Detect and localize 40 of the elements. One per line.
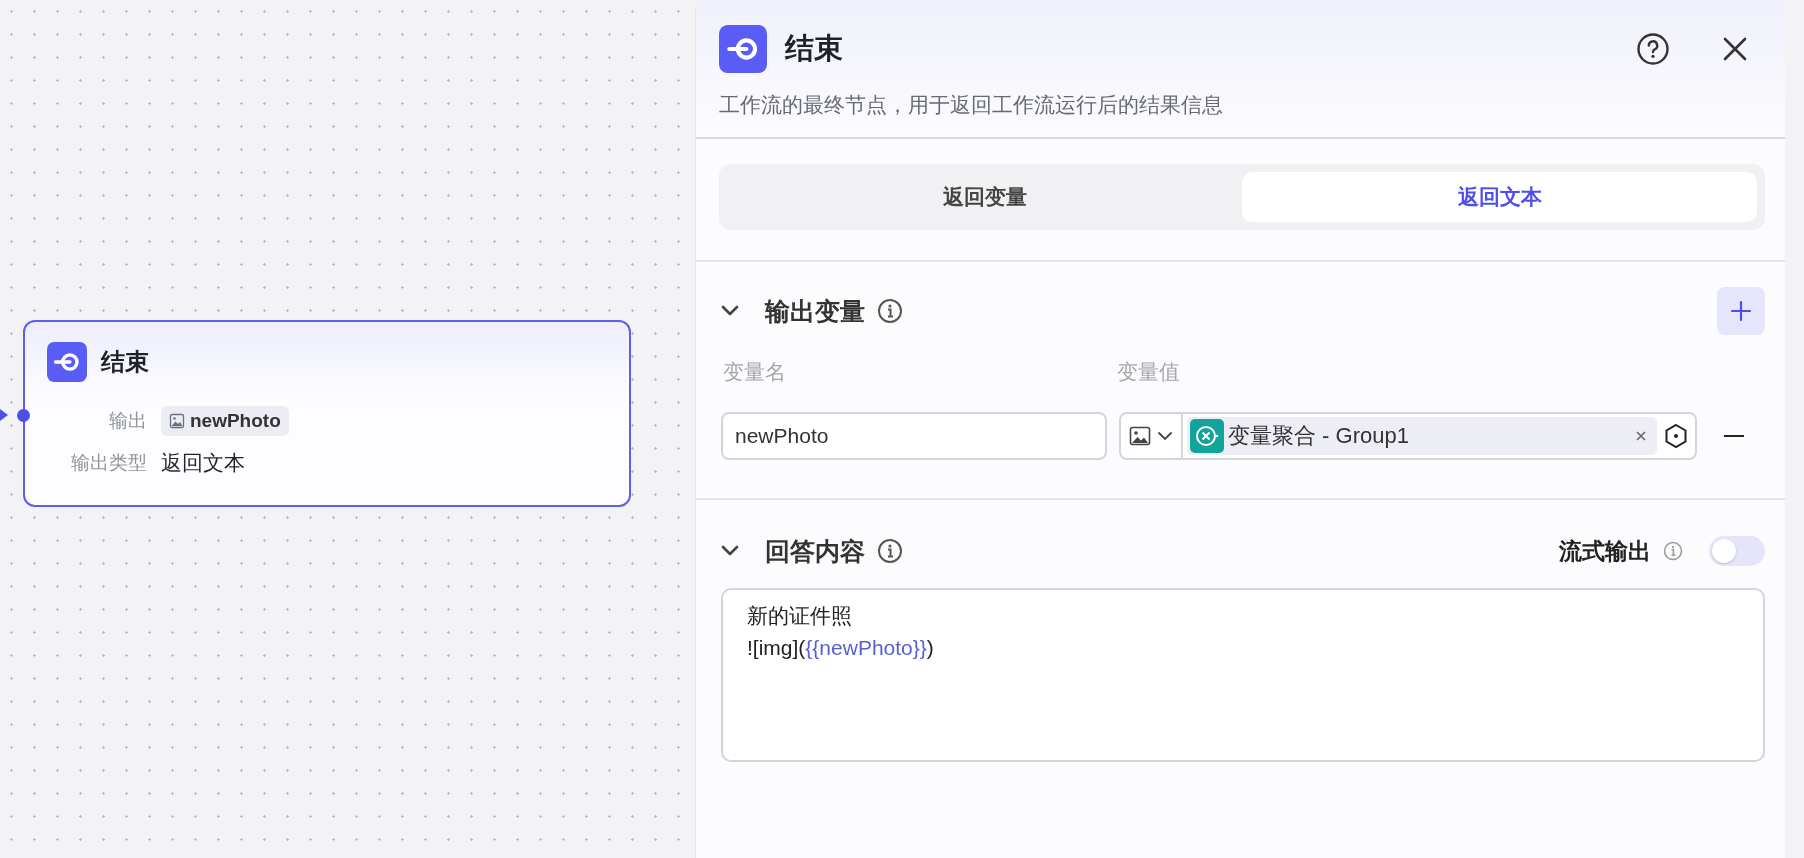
variable-value-field[interactable]: 变量聚合 - Group1 <box>1119 412 1697 460</box>
chevron-icon <box>1157 431 1173 441</box>
info-icon[interactable] <box>877 538 903 564</box>
plus-icon <box>1730 300 1752 322</box>
image-icon <box>1129 426 1151 446</box>
field-label: 输出 <box>108 409 147 433</box>
node-title: 结束 <box>101 347 149 377</box>
hexagon-icon[interactable] <box>1663 423 1689 449</box>
tab[interactable]: 返回变量 <box>727 172 1242 222</box>
clear-icon[interactable] <box>1635 430 1647 442</box>
panel-title: 结束 <box>785 31 843 66</box>
panel-description: 工作流的最终节点，用于返回工作流运行后的结果信息 <box>719 92 1224 118</box>
tab[interactable]: 返回文本 <box>1242 172 1757 222</box>
field-label: 输出类型 <box>70 451 147 475</box>
chevron-icon[interactable] <box>721 305 739 317</box>
variable-aggregator-icon <box>1190 419 1224 453</box>
streaming-toggle[interactable] <box>1709 536 1765 566</box>
answer-text-line: 新的证件照 <box>747 603 852 629</box>
info-icon[interactable] <box>877 298 903 324</box>
add-button[interactable] <box>1717 287 1765 335</box>
chevron-icon[interactable] <box>721 545 739 557</box>
remove-icon[interactable] <box>1723 434 1745 438</box>
field-value: 返回文本 <box>161 450 245 476</box>
close-icon[interactable] <box>1722 36 1748 62</box>
section-title: 回答内容 <box>765 535 865 567</box>
end-node-icon <box>47 342 87 382</box>
section-title: 输出变量 <box>765 295 865 327</box>
variable-reference-tag: 变量聚合 - Group1 <box>1187 417 1657 455</box>
edge-arrowhead-icon <box>0 409 8 421</box>
variable-tag: newPhoto <box>161 406 289 436</box>
answer-content-field[interactable]: 新的证件照 ![img]({{newPhoto}}) <box>721 588 1765 762</box>
column-label: 变量值 <box>1117 359 1180 385</box>
streaming-output-label: 流式输出 <box>1559 536 1651 566</box>
column-label: 变量名 <box>723 359 787 385</box>
answer-text-line: ![img]({{newPhoto}}) <box>747 635 934 661</box>
help-icon[interactable] <box>1636 32 1670 66</box>
end-node-card[interactable]: 结束 输出 newPhoto 输出类型 返回文本 <box>23 320 631 507</box>
end-node-icon <box>719 25 767 73</box>
variable-name-field[interactable]: newPhoto <box>721 412 1107 460</box>
image-icon <box>169 413 185 429</box>
